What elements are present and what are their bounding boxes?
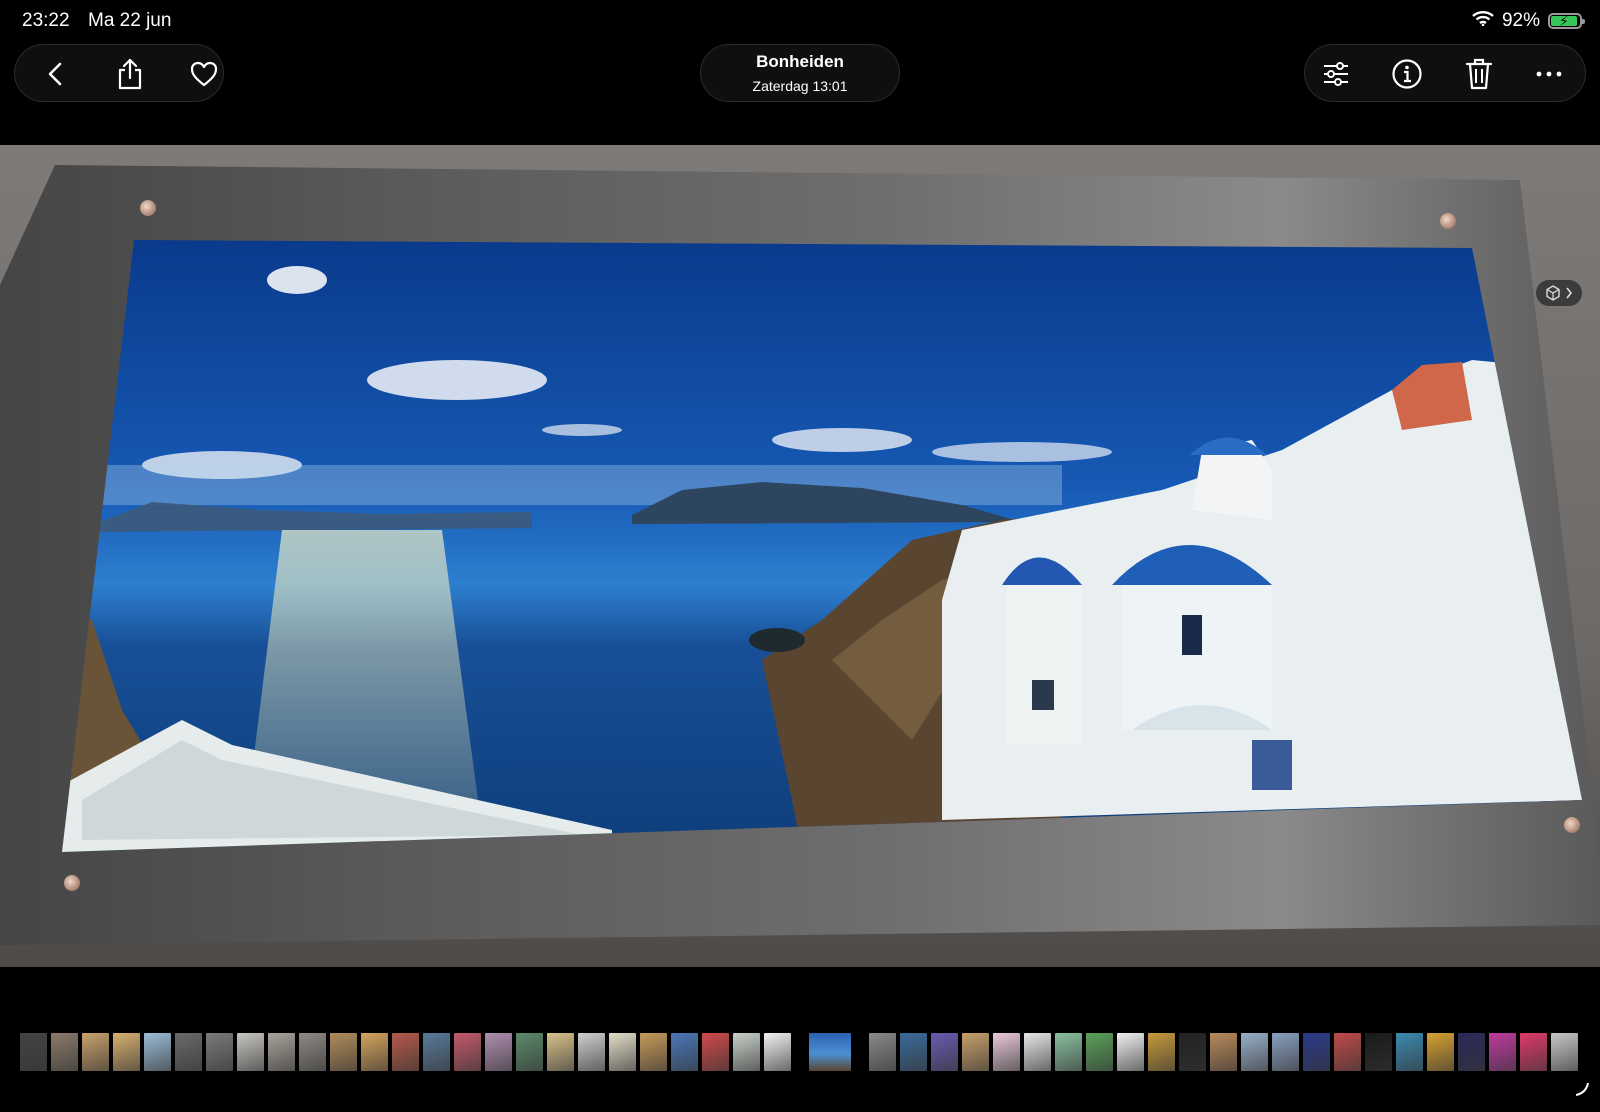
filmstrip-thumbnail[interactable] <box>1210 1033 1237 1071</box>
filmstrip-thumbnail[interactable] <box>1520 1033 1547 1071</box>
delete-button[interactable] <box>1459 54 1499 94</box>
battery-icon: ⚡ <box>1548 13 1585 29</box>
battery-nub <box>1582 19 1585 24</box>
filmstrip-thumbnail[interactable] <box>702 1033 729 1071</box>
status-time: 23:22 <box>22 10 70 31</box>
chevron-left-icon <box>48 62 62 86</box>
filmstrip-thumbnail[interactable] <box>764 1033 791 1071</box>
santorini-print <box>62 240 1582 852</box>
share-button[interactable] <box>110 54 150 94</box>
filmstrip-thumbnail[interactable] <box>1489 1033 1516 1071</box>
filmstrip-thumbnail[interactable] <box>1458 1033 1485 1071</box>
filmstrip-thumbnail[interactable] <box>1396 1033 1423 1071</box>
chevron-right-icon <box>1566 287 1573 299</box>
filmstrip-thumbnail[interactable] <box>1334 1033 1361 1071</box>
filmstrip-thumbnail[interactable] <box>206 1033 233 1071</box>
filmstrip-thumbnail[interactable] <box>485 1033 512 1071</box>
info-icon <box>1392 59 1422 89</box>
filmstrip-thumbnail[interactable] <box>237 1033 264 1071</box>
filmstrip-thumbnail[interactable] <box>330 1033 357 1071</box>
filmstrip-thumbnail[interactable] <box>931 1033 958 1071</box>
filmstrip-thumbnail[interactable] <box>1148 1033 1175 1071</box>
filmstrip-thumbnail[interactable] <box>1365 1033 1392 1071</box>
share-icon <box>118 58 142 90</box>
photo-viewer[interactable] <box>0 145 1600 967</box>
scroll-indicator-icon <box>1574 1081 1590 1102</box>
filmstrip-thumbnail[interactable] <box>20 1033 47 1071</box>
location-title: Bonheiden <box>756 52 844 71</box>
filmstrip-thumbnail[interactable] <box>1427 1033 1454 1071</box>
filmstrip-thumbnail[interactable] <box>299 1033 326 1071</box>
filmstrip-thumbnail[interactable] <box>609 1033 636 1071</box>
filmstrip-thumbnail[interactable] <box>454 1033 481 1071</box>
filmstrip-thumbnail[interactable] <box>869 1033 896 1071</box>
filmstrip-thumbnail[interactable] <box>268 1033 295 1071</box>
filmstrip-current-thumbnail[interactable] <box>809 1033 851 1071</box>
frame-screw <box>1564 817 1580 833</box>
ellipsis-icon <box>1536 71 1562 77</box>
filmstrip-thumbnail[interactable] <box>1303 1033 1330 1071</box>
toolbar-left <box>14 44 224 102</box>
filmstrip-thumbnail[interactable] <box>578 1033 605 1071</box>
filmstrip-thumbnail[interactable] <box>1117 1033 1144 1071</box>
location-pill[interactable]: Bonheiden Zaterdag 13:01 <box>700 44 900 102</box>
filmstrip-thumbnail[interactable] <box>1086 1033 1113 1071</box>
filmstrip-thumbnail[interactable] <box>1272 1033 1299 1071</box>
battery-percent: 92% <box>1501 10 1540 31</box>
location-subtitle: Zaterdag 13:01 <box>752 78 848 94</box>
filmstrip-thumbnail[interactable] <box>1241 1033 1268 1071</box>
filmstrip[interactable] <box>20 1030 1580 1074</box>
wifi-icon <box>1472 10 1494 32</box>
filmstrip-thumbnail[interactable] <box>175 1033 202 1071</box>
charging-bolt-icon: ⚡ <box>1559 13 1569 29</box>
filmstrip-thumbnail[interactable] <box>671 1033 698 1071</box>
filmstrip-thumbnail[interactable] <box>547 1033 574 1071</box>
live-text-icon <box>1546 285 1560 301</box>
filmstrip-thumbnail[interactable] <box>993 1033 1020 1071</box>
status-date: Ma 22 jun <box>88 10 172 31</box>
sliders-icon <box>1324 62 1348 86</box>
filmstrip-thumbnail[interactable] <box>51 1033 78 1071</box>
frame-screw <box>140 200 156 216</box>
status-bar: 23:22 Ma 22 jun 92% ⚡ <box>0 0 1600 44</box>
favorite-button[interactable] <box>184 54 224 94</box>
filmstrip-thumbnail[interactable] <box>1055 1033 1082 1071</box>
filmstrip-thumbnail[interactable] <box>516 1033 543 1071</box>
filmstrip-thumbnail[interactable] <box>144 1033 171 1071</box>
filmstrip-thumbnail[interactable] <box>1551 1033 1578 1071</box>
adjust-button[interactable] <box>1316 54 1356 94</box>
filmstrip-thumbnail[interactable] <box>1024 1033 1051 1071</box>
filmstrip-thumbnail[interactable] <box>962 1033 989 1071</box>
toolbar-right <box>1304 44 1586 102</box>
status-right: 92% ⚡ <box>1472 10 1585 32</box>
live-text-button[interactable] <box>1536 280 1582 306</box>
filmstrip-thumbnail[interactable] <box>423 1033 450 1071</box>
back-button[interactable] <box>36 54 76 94</box>
filmstrip-thumbnail[interactable] <box>361 1033 388 1071</box>
photo-scene <box>62 266 1582 852</box>
trash-icon <box>1465 58 1493 90</box>
filmstrip-thumbnail[interactable] <box>392 1033 419 1071</box>
filmstrip-thumbnail[interactable] <box>113 1033 140 1071</box>
heart-icon <box>190 61 218 87</box>
filmstrip-thumbnail[interactable] <box>900 1033 927 1071</box>
info-button[interactable] <box>1387 54 1427 94</box>
frame-screw <box>64 875 80 891</box>
filmstrip-thumbnail[interactable] <box>733 1033 760 1071</box>
frame-screw <box>1440 213 1456 229</box>
filmstrip-thumbnail[interactable] <box>1179 1033 1206 1071</box>
filmstrip-thumbnail[interactable] <box>640 1033 667 1071</box>
more-button[interactable] <box>1529 54 1569 94</box>
filmstrip-thumbnail[interactable] <box>82 1033 109 1071</box>
